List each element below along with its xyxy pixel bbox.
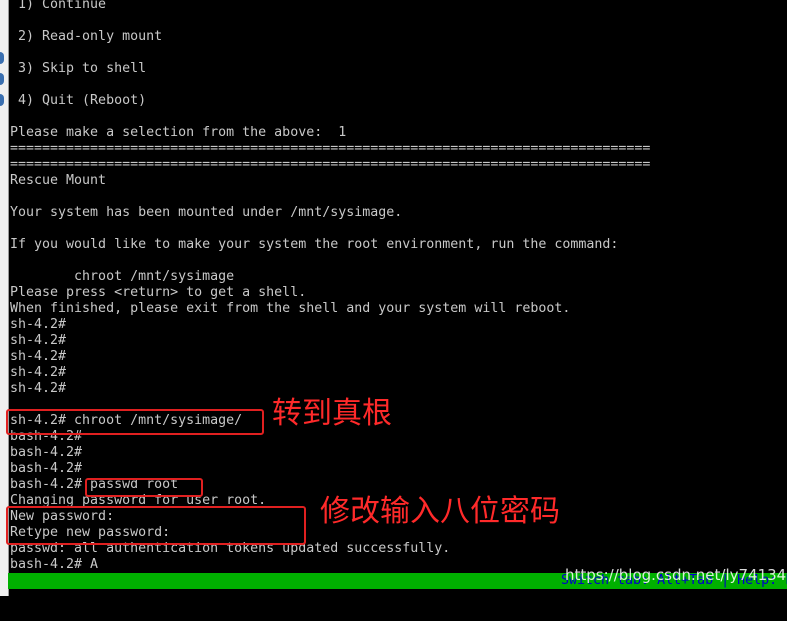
watermark: https://blog.csdn.net/ly74134: [565, 566, 787, 584]
terminal-line: 3) Skip to shell: [10, 61, 147, 76]
terminal-line: ========================================…: [10, 157, 651, 172]
terminal-line: If you would like to make your system th…: [10, 237, 619, 252]
terminal-line: sh-4.2#: [10, 365, 67, 380]
passwd-highlight-box: [85, 478, 203, 497]
passwd-annotation: 修改输入八位密码: [320, 494, 560, 529]
terminal-line: 1) Continue: [10, 0, 107, 12]
terminal-line: bash-4.2#: [10, 461, 83, 476]
terminal-line: bash-4.2#: [10, 445, 83, 460]
terminal-line: sh-4.2#: [10, 333, 67, 348]
chroot-annotation: 转到真根: [272, 396, 392, 431]
terminal-line: Your system has been mounted under /mnt/…: [10, 205, 403, 220]
terminal-line: sh-4.2#: [10, 349, 67, 364]
terminal-line: sh-4.2#: [10, 317, 67, 332]
terminal-line: Rescue Mount: [10, 173, 107, 188]
terminal-line: Please press <return> to get a shell.: [10, 285, 307, 300]
terminal-line: When finished, please exit from the shel…: [10, 301, 571, 316]
edge-icon: [0, 73, 4, 85]
status-tabs[interactable]: [anaconda] 1:main* 2:shell 3:log 4:stora…: [24, 589, 528, 604]
terminal-line: 2) Read-only mount: [10, 29, 163, 44]
terminal-line: chroot /mnt/sysimage: [10, 269, 235, 284]
edge-icon: [0, 52, 4, 64]
chroot-highlight-box: [6, 409, 264, 435]
terminal-line: ========================================…: [10, 141, 651, 156]
terminal-line: bash-4.2# A: [10, 557, 99, 572]
terminal-line: Please make a selection from the above: …: [10, 125, 347, 140]
edge-icon: [0, 94, 4, 106]
password-highlight-box: [6, 506, 306, 545]
terminal-line: 4) Quit (Reboot): [10, 93, 147, 108]
